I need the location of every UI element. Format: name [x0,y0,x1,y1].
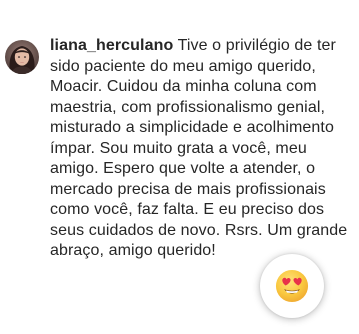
user-avatar-photo [5,40,39,74]
reaction-bubble[interactable] [260,254,324,318]
comment-text-block: liana_herculano Tive o privilégio de ter… [50,36,357,262]
avatar[interactable] [5,40,39,74]
comment-username[interactable]: liana_herculano [50,37,173,54]
heart-eyes-emoji-icon [275,269,309,303]
comment-card: liana_herculano Tive o privilégio de ter… [0,0,359,334]
comment-text: Tive o privilégio de ter sido paciente d… [50,37,348,259]
